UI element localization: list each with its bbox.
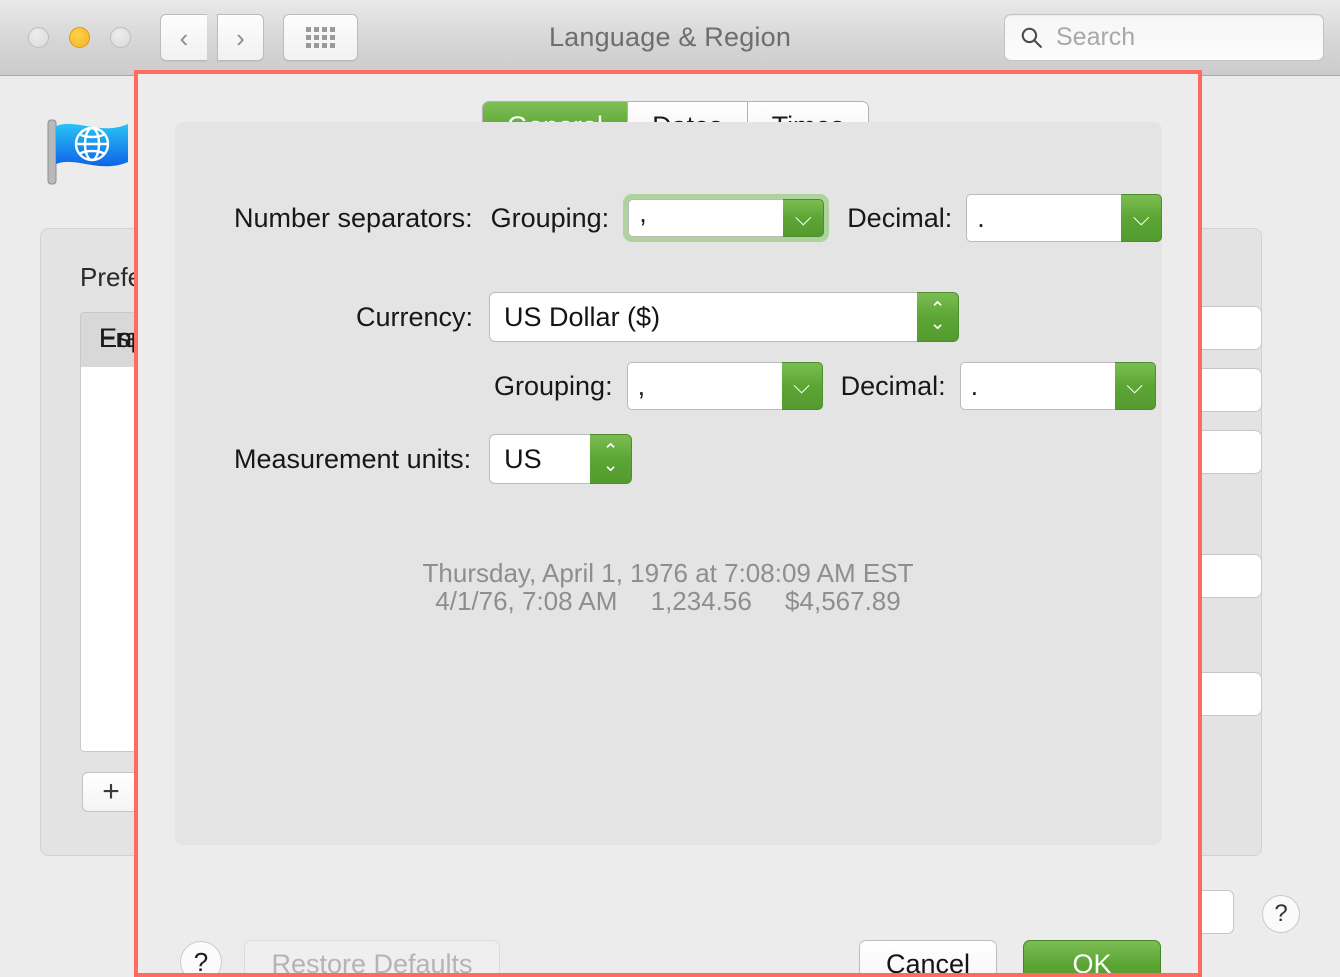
grouping-combo[interactable]: , ⌵ — [623, 194, 830, 242]
currency-grouping-input[interactable]: , — [626, 362, 782, 410]
search-icon — [1021, 27, 1042, 48]
currency-popup-button[interactable]: US Dollar ($) ⌃ ⌄ — [489, 292, 960, 342]
currency-grouping-label: Grouping: — [494, 370, 613, 401]
question-mark-icon: ? — [1274, 900, 1288, 927]
currency-decimal-input[interactable]: . — [959, 362, 1115, 410]
background-help-button[interactable]: ? — [1262, 895, 1300, 933]
language-region-advanced-sheet: General Dates Times Number separators: G… — [138, 74, 1198, 977]
decimal-input[interactable]: . — [966, 194, 1122, 242]
number-separators-label: Number separators: — [234, 202, 473, 233]
chevron-down-icon[interactable]: ⌵ — [781, 362, 823, 410]
ok-button[interactable]: OK — [1023, 940, 1161, 977]
cancel-button[interactable]: Cancel — [859, 940, 997, 977]
window-titlebar: ‹ › Language & Region Search — [0, 0, 1340, 76]
preview-line-2: 4/1/76, 7:08 AM 1,234.56 $4,567.89 — [435, 586, 901, 616]
measurement-units-popup[interactable]: US ⌃ ⌄ — [489, 434, 633, 484]
currency-value: US Dollar ($) — [489, 292, 918, 342]
measurement-units-label: Measurement units: — [234, 443, 472, 474]
stepper-arrows-icon[interactable]: ⌃ ⌄ — [590, 434, 633, 484]
currency-decimal-combo[interactable]: . ⌵ — [959, 362, 1156, 410]
currency-row: Currency: US Dollar ($) ⌃ ⌄ — [356, 292, 960, 342]
chevron-down-icon[interactable]: ⌵ — [1121, 194, 1163, 242]
search-field[interactable]: Search — [1004, 14, 1324, 61]
chevron-down-icon[interactable]: ⌵ — [1114, 362, 1156, 410]
currency-separators-row: Grouping: , ⌵ Decimal: . ⌵ — [494, 362, 1156, 410]
restore-defaults-button[interactable]: Restore Defaults — [244, 940, 500, 977]
cancel-label: Cancel — [885, 948, 971, 977]
ok-label: OK — [1072, 948, 1112, 977]
plus-icon: + — [102, 775, 120, 808]
currency-decimal-label: Decimal: — [840, 370, 946, 401]
add-language-button[interactable]: + — [82, 772, 140, 812]
number-separators-row: Number separators: Grouping: , ⌵ Decimal… — [234, 194, 1163, 242]
restore-defaults-label: Restore Defaults — [271, 948, 473, 977]
currency-label: Currency: — [356, 301, 474, 332]
grouping-input[interactable]: , — [628, 198, 784, 237]
decimal-combo[interactable]: . ⌵ — [966, 194, 1163, 242]
decimal-label: Decimal: — [847, 202, 953, 233]
chevron-down-icon[interactable]: ⌵ — [783, 199, 825, 237]
currency-grouping-combo[interactable]: , ⌵ — [626, 362, 823, 410]
language-region-flag-globe-icon — [47, 119, 128, 185]
sheet-help-button[interactable]: ? — [180, 941, 222, 977]
search-input[interactable]: Search — [1056, 23, 1135, 52]
stepper-arrows-icon[interactable]: ⌃ ⌄ — [917, 292, 960, 342]
measurement-units-value: US — [489, 434, 591, 484]
screen: ‹ › Language & Region Search Preferred +… — [0, 0, 1340, 977]
question-mark-icon: ? — [193, 946, 209, 977]
preview-line-1: Thursday, April 1, 1976 at 7:08:09 AM ES… — [422, 558, 914, 588]
measurement-units-row: Measurement units: US ⌃ ⌄ — [234, 434, 633, 484]
grouping-label: Grouping: — [490, 202, 610, 233]
